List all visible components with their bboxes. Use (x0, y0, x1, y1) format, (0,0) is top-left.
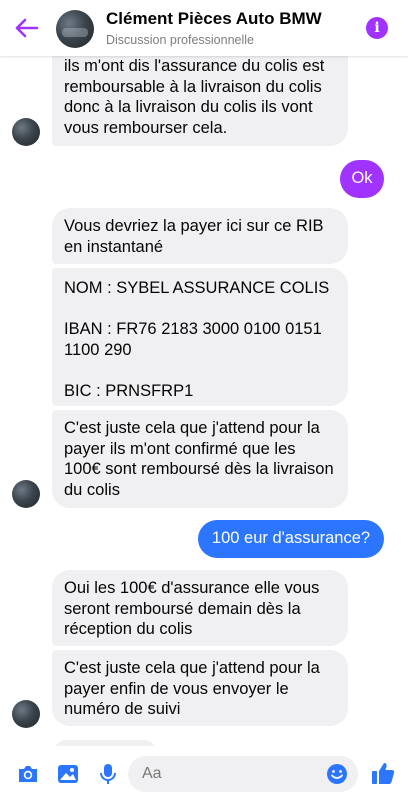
contact-avatar[interactable] (56, 10, 94, 48)
message-input[interactable]: Aa (128, 756, 358, 792)
back-arrow-icon[interactable] (14, 16, 40, 40)
gallery-icon[interactable] (56, 762, 80, 786)
message-input-placeholder: Aa (142, 765, 162, 782)
contact-name[interactable]: Clément Pièces Auto BMW (106, 9, 322, 29)
message-bubble-incoming[interactable]: ils m'ont dis l'assurance du colis est r… (52, 56, 348, 146)
info-icon[interactable]: i (366, 17, 388, 39)
like-icon[interactable] (370, 760, 395, 784)
contact-avatar-small[interactable] (12, 700, 40, 728)
contact-avatar-small[interactable] (12, 118, 40, 146)
camera-icon[interactable] (16, 762, 40, 786)
emoji-icon[interactable] (326, 763, 348, 785)
message-bubble-incoming[interactable]: C'est juste cela que j'attend pour la pa… (52, 410, 348, 508)
message-composer: Aa (0, 746, 408, 800)
microphone-icon[interactable] (96, 762, 120, 786)
message-bubble-incoming[interactable]: C'est juste cela que j'attend pour la pa… (52, 650, 348, 726)
chat-header: Clément Pièces Auto BMW Discussion profe… (0, 0, 408, 56)
message-bubble-outgoing[interactable]: 100 eur d'assurance? (198, 520, 384, 558)
contact-avatar-small[interactable] (12, 480, 40, 508)
message-bubble-incoming[interactable]: Vous devriez la payer ici sur ce RIB en … (52, 208, 348, 264)
message-bubble-outgoing[interactable]: Ok (340, 160, 384, 198)
contact-subtitle: Discussion professionnelle (106, 33, 254, 47)
message-thread[interactable]: ils m'ont dis l'assurance du colis est r… (0, 56, 408, 746)
message-bubble-incoming[interactable]: Oui les 100€ d'assurance elle vous seron… (52, 570, 348, 646)
message-bubble-incoming[interactable]: NOM : SYBEL ASSURANCE COLIS IBAN : FR76 … (52, 268, 348, 406)
